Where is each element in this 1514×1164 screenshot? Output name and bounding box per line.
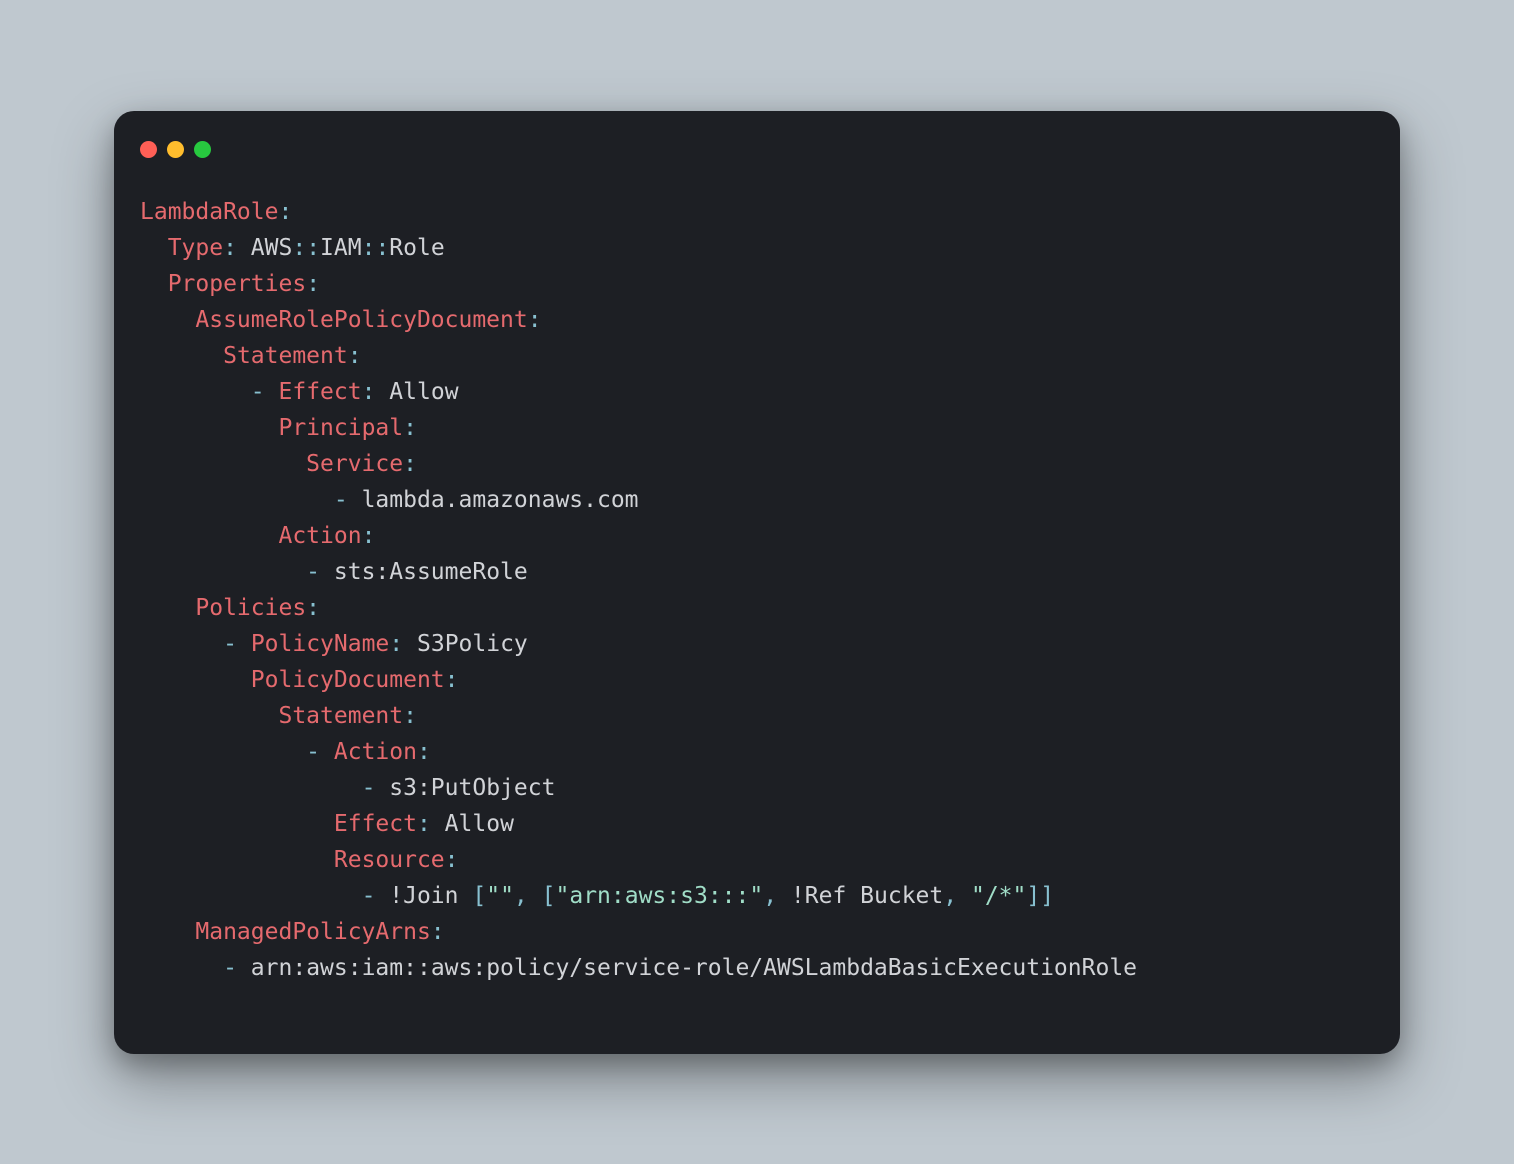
code-token: Allow — [431, 811, 514, 837]
code-token — [237, 631, 251, 657]
code-token — [140, 631, 223, 657]
code-token: "" — [486, 883, 514, 909]
code-token — [140, 847, 334, 873]
code-token: ManagedPolicyArns — [195, 919, 430, 945]
code-token: - — [362, 883, 376, 909]
code-token: Role — [389, 235, 444, 261]
code-token — [140, 559, 306, 585]
code-token: : — [403, 703, 417, 729]
close-icon[interactable] — [140, 141, 157, 158]
code-token: : — [306, 271, 320, 297]
code-token: : — [445, 667, 459, 693]
code-token: : — [306, 595, 320, 621]
code-token: Type — [168, 235, 223, 261]
code-token: , — [514, 883, 528, 909]
code-token: AssumeRolePolicyDocument — [195, 307, 527, 333]
code-token: : — [417, 811, 431, 837]
code-token: Service — [306, 451, 403, 477]
code-token: - — [223, 955, 237, 981]
code-token: Allow — [375, 379, 458, 405]
code-token: S3Policy — [403, 631, 528, 657]
code-token — [320, 739, 334, 765]
traffic-lights — [140, 141, 1374, 158]
code-token: : — [528, 307, 542, 333]
code-token — [140, 955, 223, 981]
code-token: Effect — [334, 811, 417, 837]
code-token: Statement — [278, 703, 403, 729]
code-token: Policies — [195, 595, 306, 621]
code-token: : — [362, 379, 376, 405]
code-token: : — [362, 523, 376, 549]
code-token: Resource — [334, 847, 445, 873]
code-token: : — [278, 199, 292, 225]
code-token — [140, 271, 168, 297]
code-token: Properties — [168, 271, 306, 297]
code-token — [140, 451, 306, 477]
code-token — [140, 775, 362, 801]
code-token — [140, 811, 334, 837]
code-token: PolicyDocument — [251, 667, 445, 693]
code-token: AWS — [237, 235, 292, 261]
code-block: LambdaRole: Type: AWS::IAM::Role Propert… — [140, 194, 1374, 986]
code-token — [528, 883, 542, 909]
code-token: :: — [292, 235, 320, 261]
code-token: PolicyName — [251, 631, 389, 657]
code-token: [ — [472, 883, 486, 909]
code-token: Action — [278, 523, 361, 549]
code-token: [ — [542, 883, 556, 909]
code-token: !Ref Bucket — [777, 883, 943, 909]
code-token: : — [223, 235, 237, 261]
code-token: - — [251, 379, 265, 405]
code-token: LambdaRole — [140, 199, 278, 225]
code-token: arn:aws:iam::aws:policy/service-role/AWS… — [237, 955, 1137, 981]
code-token — [140, 739, 306, 765]
code-token — [140, 703, 278, 729]
code-token — [140, 523, 278, 549]
code-token — [140, 667, 251, 693]
code-token: ]] — [1026, 883, 1054, 909]
code-token: : — [431, 919, 445, 945]
code-token: - — [334, 487, 348, 513]
code-token: IAM — [320, 235, 362, 261]
code-token — [140, 919, 195, 945]
code-token: : — [403, 451, 417, 477]
code-token — [140, 307, 195, 333]
code-token: "arn:aws:s3:::" — [556, 883, 764, 909]
code-window: LambdaRole: Type: AWS::IAM::Role Propert… — [114, 111, 1400, 1054]
minimize-icon[interactable] — [167, 141, 184, 158]
code-token — [140, 415, 278, 441]
code-token: - — [362, 775, 376, 801]
code-token: !Join — [375, 883, 472, 909]
code-token: : — [417, 739, 431, 765]
code-token: Effect — [279, 379, 362, 405]
code-token: lambda.amazonaws.com — [348, 487, 639, 513]
code-token: , — [943, 883, 957, 909]
code-token — [140, 487, 334, 513]
code-token: Principal — [278, 415, 403, 441]
code-token: : — [389, 631, 403, 657]
code-token — [140, 343, 223, 369]
code-token — [140, 883, 362, 909]
code-token: sts:AssumeRole — [320, 559, 528, 585]
code-token: Action — [334, 739, 417, 765]
code-token: Statement — [223, 343, 348, 369]
code-token: - — [306, 739, 320, 765]
code-token — [140, 379, 251, 405]
zoom-icon[interactable] — [194, 141, 211, 158]
code-token: , — [763, 883, 777, 909]
code-token: : — [445, 847, 459, 873]
code-token: - — [223, 631, 237, 657]
code-token — [957, 883, 971, 909]
code-token: s3:PutObject — [375, 775, 555, 801]
code-token: : — [403, 415, 417, 441]
code-token — [140, 235, 168, 261]
code-token: :: — [362, 235, 390, 261]
code-token — [265, 379, 279, 405]
code-token: : — [348, 343, 362, 369]
code-token: "/*" — [971, 883, 1026, 909]
code-token — [140, 595, 195, 621]
code-token: - — [306, 559, 320, 585]
